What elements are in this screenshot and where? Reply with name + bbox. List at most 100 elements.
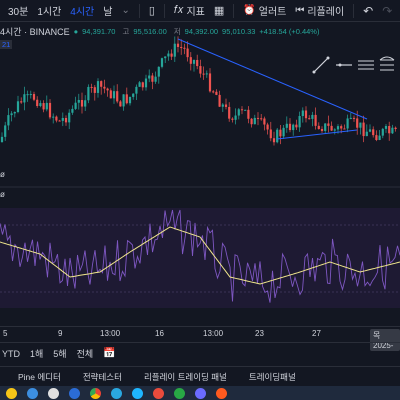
candle-body	[378, 135, 381, 141]
tab-strategy-tester[interactable]: 전략테스터	[83, 371, 122, 383]
tab-replay-trading[interactable]: 리플레이 트레이딩 패널	[144, 371, 227, 383]
candle-body	[218, 94, 221, 107]
candle-body	[256, 117, 260, 119]
candle-body	[189, 57, 192, 64]
candle-body	[314, 114, 317, 126]
candle-body	[48, 102, 52, 118]
candle-body	[109, 90, 112, 99]
status-dot-icon: ●	[73, 26, 79, 36]
interval-4h[interactable]: 4시간	[70, 3, 94, 18]
time-tick: 16	[155, 329, 164, 338]
interval-30m[interactable]: 30분	[8, 3, 28, 18]
tab-pine-editor[interactable]: Pine 에디터	[18, 371, 61, 383]
candle-body	[144, 78, 148, 88]
undo-icon[interactable]: ↶	[363, 4, 373, 18]
trendline-upper[interactable]	[177, 38, 368, 120]
trendline-lower[interactable]	[276, 129, 358, 140]
candle-body	[237, 109, 240, 116]
indicators-icon: 𝑓𝑥	[173, 4, 184, 16]
tab-trading-panel[interactable]: 트레이딩패널	[249, 371, 296, 383]
candle-body	[279, 129, 282, 137]
app-icon[interactable]	[153, 387, 164, 399]
candle-body	[368, 129, 372, 132]
candle-body	[388, 125, 391, 134]
os-taskbar	[0, 386, 400, 400]
candle-body	[295, 124, 298, 128]
time-tick: 13:00	[100, 329, 121, 338]
alert-button[interactable]: ⏰ 얼러트	[243, 3, 286, 18]
candle-body	[164, 56, 167, 59]
legend-badge[interactable]: 21	[0, 40, 13, 49]
time-tick: 9	[58, 329, 63, 338]
candle-body	[336, 126, 340, 130]
candle-body	[231, 118, 234, 120]
templates-icon[interactable]: ▦	[214, 4, 224, 17]
candle-body	[253, 117, 256, 125]
candle-body	[260, 118, 263, 120]
time-tick: 5	[3, 329, 8, 338]
candle-body	[205, 73, 208, 75]
horizontal-ray-tool-icon[interactable]	[336, 63, 352, 67]
candle-body	[103, 86, 106, 89]
candle-body	[119, 101, 122, 107]
candle-body	[29, 94, 32, 96]
app-icon[interactable]	[111, 387, 122, 399]
candle-body	[381, 128, 384, 136]
candle-body	[250, 118, 253, 125]
candle-body	[167, 53, 170, 57]
app-icon[interactable]	[195, 387, 206, 399]
chart-type-icon[interactable]: ▯	[149, 4, 155, 17]
candle-body	[240, 109, 244, 111]
range-1y[interactable]: 1해	[30, 347, 43, 360]
time-tick: 23	[255, 329, 264, 338]
app-icon[interactable]	[132, 387, 143, 399]
candle-body	[151, 75, 154, 82]
candle-body	[64, 117, 68, 123]
candle-body	[183, 47, 186, 49]
candle-body	[71, 108, 74, 113]
candle-body	[308, 118, 311, 120]
app-icon[interactable]	[216, 387, 227, 399]
replay-icon: ⏮	[295, 5, 305, 16]
candle-body	[52, 116, 55, 118]
legend-change: +418.54 (+0.44%)	[259, 26, 320, 36]
candle-body	[10, 113, 13, 116]
time-axis[interactable]: 5 9 13:00 16 13:00 23 27 목 2025-	[0, 326, 400, 351]
candle-body	[20, 101, 23, 103]
legend-high-label: 고	[122, 26, 130, 36]
redo-icon[interactable]: ↷	[382, 4, 392, 18]
candle-body	[282, 127, 285, 137]
chrome-icon[interactable]	[90, 387, 101, 399]
symbol-label[interactable]: 4시간 · BINANCE	[0, 25, 70, 38]
windows-start-icon[interactable]	[27, 387, 38, 399]
parallel-channel-tool-icon[interactable]	[358, 60, 374, 70]
range-ytd[interactable]: YTD	[2, 349, 20, 359]
candle-body	[128, 96, 132, 104]
range-5y[interactable]: 5해	[53, 347, 66, 360]
candle-body	[301, 110, 304, 117]
interval-1h[interactable]: 1시간	[37, 3, 61, 18]
interval-dropdown-icon[interactable]: ⌄	[121, 5, 129, 16]
candle-body	[87, 86, 90, 101]
chart-legend: 4시간 · BINANCE ● 94,391.70 고 95,516.00 저 …	[0, 24, 319, 38]
candle-body	[84, 100, 87, 107]
interval-1d[interactable]: 날	[103, 3, 112, 18]
search-icon[interactable]	[48, 387, 59, 399]
replay-button[interactable]: ⏮ 리플레이	[295, 3, 344, 18]
candle-body	[221, 104, 224, 107]
candle-body	[343, 128, 346, 130]
indicators-button[interactable]: 𝑓𝑥 지표	[174, 3, 205, 18]
time-tick: 13:00	[203, 329, 224, 338]
app-icon[interactable]	[174, 387, 185, 399]
range-all[interactable]: 전체	[77, 347, 94, 360]
candle-body	[247, 109, 250, 119]
drawing-tools-panel	[312, 56, 395, 74]
candle-body	[317, 125, 320, 129]
candle-body	[375, 135, 378, 141]
weather-icon[interactable]	[6, 387, 17, 399]
candle-body	[39, 103, 42, 106]
trendline-tool-icon[interactable]	[312, 56, 330, 74]
calendar-icon[interactable]: 📅	[103, 348, 115, 359]
edge-icon[interactable]	[69, 387, 80, 399]
fib-tool-icon[interactable]	[379, 56, 395, 71]
